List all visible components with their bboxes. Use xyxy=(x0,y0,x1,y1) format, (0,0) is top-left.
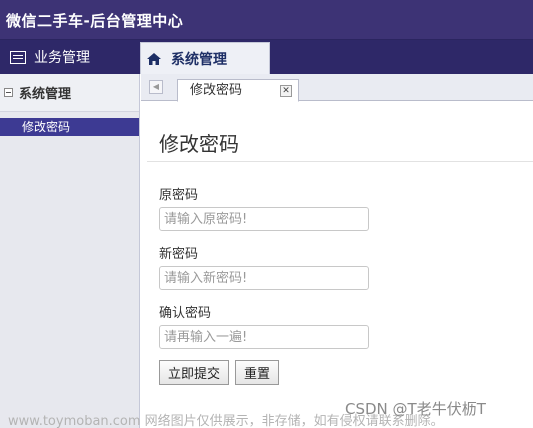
nav-item-business[interactable]: 业务管理 xyxy=(0,40,140,74)
new-password-input[interactable] xyxy=(159,266,369,290)
tab-strip: ◀ 修改密码 ✕ xyxy=(141,74,533,102)
home-icon xyxy=(147,52,161,65)
app-header: 微信二手车-后台管理中心 xyxy=(0,0,533,40)
confirm-password-label: 确认密码 xyxy=(159,306,212,321)
tab-scroll-left-icon[interactable]: ◀ xyxy=(149,80,163,94)
collapse-icon[interactable] xyxy=(4,88,13,97)
confirm-password-input[interactable] xyxy=(159,325,369,349)
list-icon xyxy=(10,50,26,64)
page-title: 修改密码 xyxy=(159,132,239,156)
nav-item-label: 系统管理 xyxy=(171,51,227,68)
new-password-label: 新密码 xyxy=(159,247,199,262)
close-icon[interactable]: ✕ xyxy=(280,85,292,97)
submit-button[interactable]: 立即提交 xyxy=(159,360,229,385)
nav-item-system[interactable]: 系统管理 xyxy=(140,42,270,74)
old-password-label: 原密码 xyxy=(159,188,199,203)
csdn-watermark: CSDN @T老牛伏枥T xyxy=(345,400,486,418)
main-content: 修改密码 原密码 新密码 确认密码 立即提交 重置 xyxy=(141,102,533,428)
old-password-input[interactable] xyxy=(159,207,369,231)
sidebar-section-title: 系统管理 xyxy=(19,87,72,102)
sidebar: 系统管理 修改密码 xyxy=(0,74,140,428)
top-nav: 业务管理 系统管理 xyxy=(0,40,533,74)
app-title: 微信二手车-后台管理中心 xyxy=(6,12,184,30)
divider xyxy=(147,161,533,162)
nav-item-label: 业务管理 xyxy=(34,50,90,66)
tab-label: 修改密码 xyxy=(190,83,243,98)
tab-change-password[interactable]: 修改密码 ✕ xyxy=(177,79,299,102)
reset-button[interactable]: 重置 xyxy=(235,360,279,385)
sidebar-section-header[interactable]: 系统管理 xyxy=(0,74,139,112)
sidebar-item-change-password[interactable]: 修改密码 xyxy=(0,118,139,136)
